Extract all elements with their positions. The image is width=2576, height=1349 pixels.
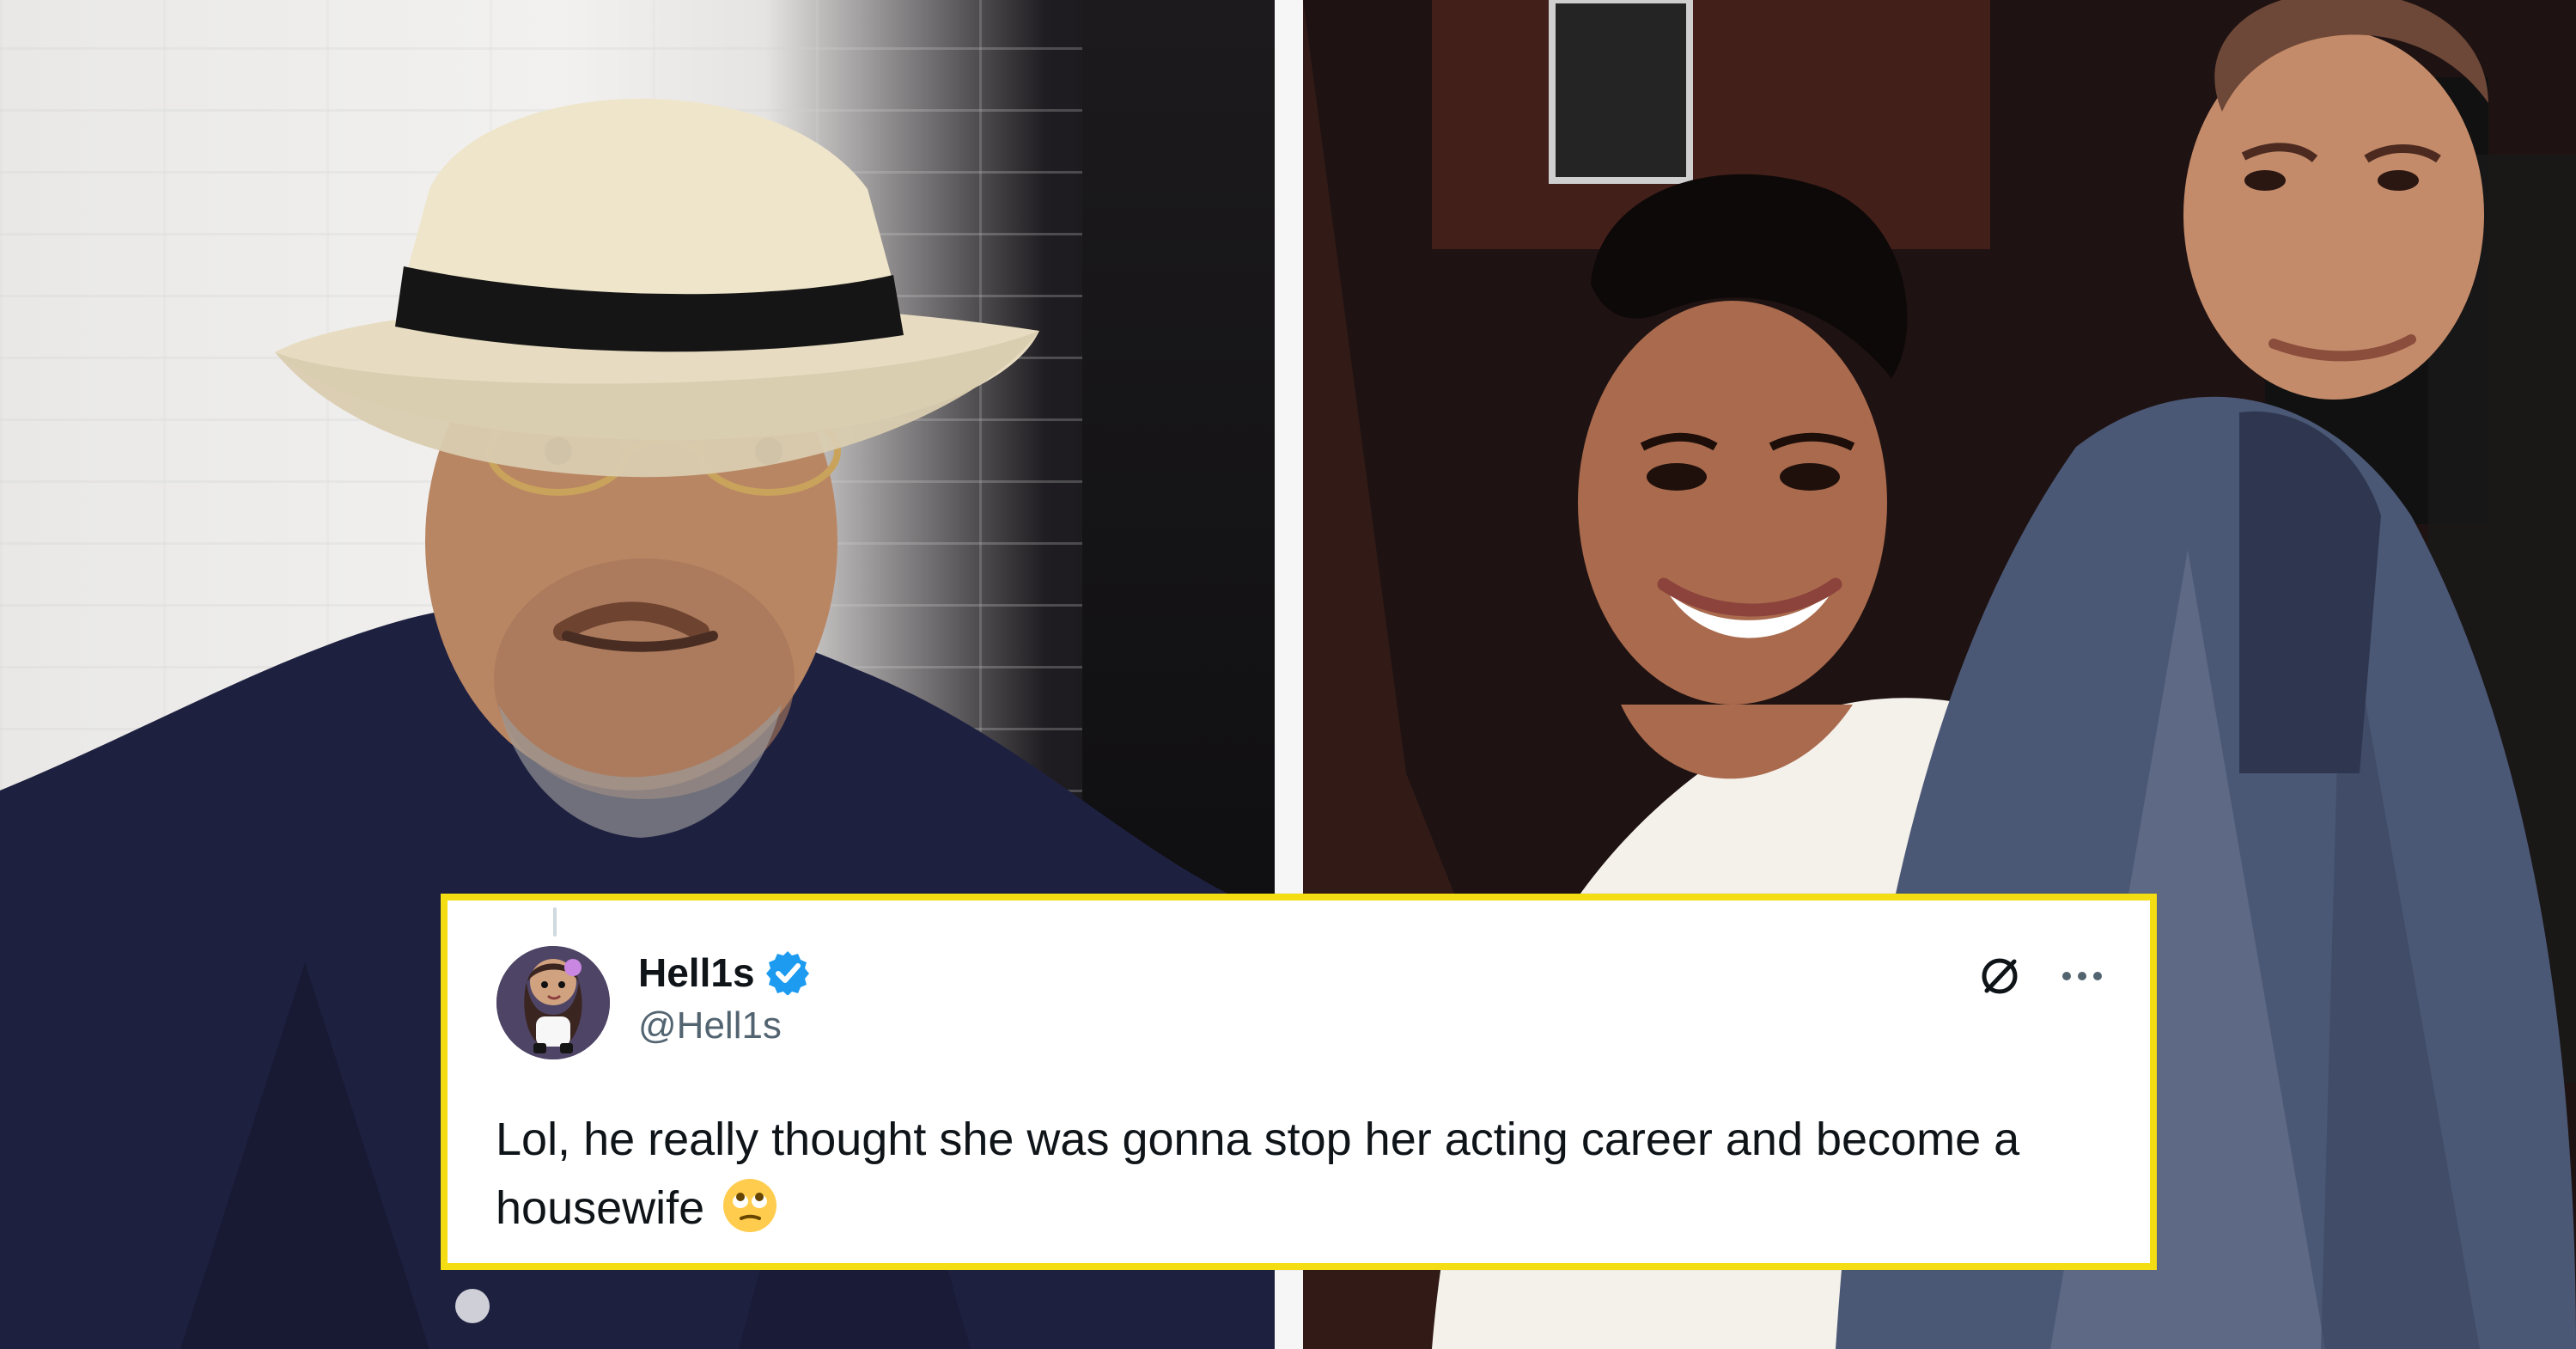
post-text: Lol, he really thought she was gonna sto… [496,1105,2093,1242]
verified-badge-icon [765,951,809,995]
user-avatar[interactable] [496,946,610,1059]
grok-icon[interactable] [1973,949,2026,1003]
post-top-actions [1973,949,2109,1003]
avatar-figure-icon [496,946,610,1059]
eye-roll-emoji-icon [723,1179,777,1232]
author-display-name[interactable]: Hell1s [638,953,755,992]
author-name-row[interactable]: Hell1s [638,950,810,995]
author-handle[interactable]: @Hell1s [638,1007,782,1045]
embedded-post-card[interactable]: Hell1s @Hell1s Lol, he really thought sh… [441,894,2157,1270]
thread-line [553,907,557,937]
more-options-icon[interactable] [2055,949,2109,1003]
meme-canvas: Hell1s @Hell1s Lol, he really thought sh… [0,0,2576,1349]
